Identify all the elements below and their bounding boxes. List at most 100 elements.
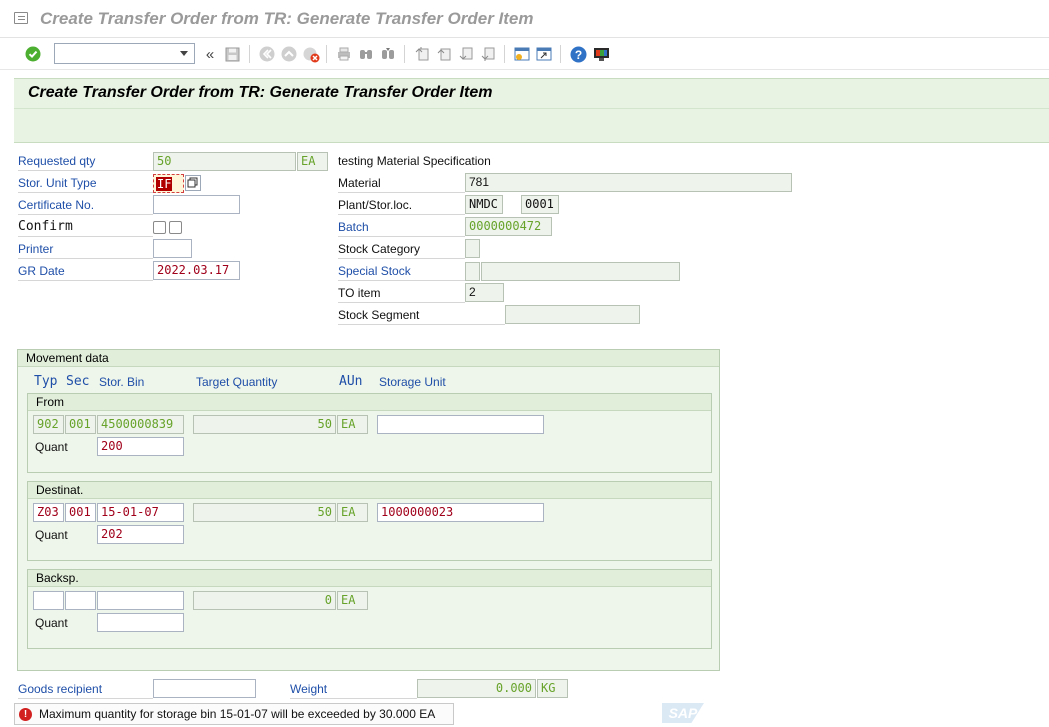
- requested-qty-unit: EA: [297, 152, 328, 171]
- from-quant-field[interactable]: 200: [97, 437, 184, 456]
- svg-text:?: ?: [574, 48, 581, 62]
- gr-date-label: GR Date: [18, 261, 153, 281]
- from-storage-unit-field[interactable]: [377, 415, 544, 434]
- toolbar-separator: [560, 45, 561, 63]
- to-item-label: TO item: [338, 283, 465, 303]
- error-icon: !: [19, 708, 32, 721]
- weight-field: 0.000: [417, 679, 536, 698]
- material-description: testing Material Specification: [338, 154, 491, 168]
- menu-window-icon[interactable]: [14, 12, 28, 24]
- weight-label: Weight: [290, 679, 417, 699]
- goods-recipient-label: Goods recipient: [18, 679, 153, 699]
- back-typ-field[interactable]: [33, 591, 64, 610]
- stock-category-label: Stock Category: [338, 239, 465, 259]
- shortcut-icon[interactable]: [535, 45, 553, 63]
- command-field[interactable]: [54, 43, 195, 64]
- prev-page-icon[interactable]: [435, 45, 453, 63]
- back-bin-field[interactable]: [97, 591, 184, 610]
- toolbar-separator: [504, 45, 505, 63]
- col-typ: Typ: [34, 374, 58, 389]
- back-quant-label: Quant: [35, 616, 68, 630]
- next-page-icon[interactable]: [457, 45, 475, 63]
- from-typ-field: 902: [33, 415, 64, 434]
- new-session-icon[interactable]: [513, 45, 531, 63]
- back-unit-field: EA: [337, 591, 368, 610]
- window-title: Create Transfer Order from TR: Generate …: [40, 9, 534, 28]
- chevron-down-icon[interactable]: [180, 51, 188, 56]
- screen-heading: Create Transfer Order from TR: Generate …: [28, 84, 493, 101]
- stock-segment-field: [505, 305, 640, 324]
- from-unit-field: EA: [337, 415, 368, 434]
- material-field: 781: [465, 173, 792, 192]
- confirm-checkbox[interactable]: [153, 221, 166, 234]
- from-bin-field: 4500000839: [97, 415, 184, 434]
- confirm-label: Confirm: [18, 217, 153, 237]
- from-title: From: [28, 394, 711, 411]
- from-target-qty-field: 50: [193, 415, 336, 434]
- destination-title: Destinat.: [28, 482, 711, 499]
- status-message: Maximum quantity for storage bin 15-01-0…: [39, 707, 436, 721]
- confirm-checkbox-2[interactable]: [169, 221, 182, 234]
- special-stock-field: [465, 262, 480, 281]
- exit-icon[interactable]: [280, 45, 298, 63]
- batch-label: Batch: [338, 217, 465, 237]
- material-label: Material: [338, 173, 465, 193]
- last-page-icon[interactable]: [479, 45, 497, 63]
- dest-bin-field[interactable]: 15-01-07: [97, 503, 184, 522]
- printer-field[interactable]: [153, 239, 192, 258]
- toolbar-separator: [326, 45, 327, 63]
- stock-category-field: [465, 239, 480, 258]
- plant-storloc-label: Plant/Stor.loc.: [338, 195, 465, 215]
- stor-unit-type-field[interactable]: IF: [153, 174, 184, 193]
- back-sec-field[interactable]: [65, 591, 96, 610]
- col-sec: Sec: [66, 374, 90, 389]
- storage-location-field: 0001: [521, 195, 559, 214]
- help-icon[interactable]: ?: [569, 45, 587, 63]
- print-icon[interactable]: [335, 45, 353, 63]
- value-help-icon[interactable]: [185, 175, 201, 191]
- col-stor-bin: Stor. Bin: [99, 375, 145, 389]
- dest-typ-field[interactable]: Z03: [33, 503, 64, 522]
- batch-field: 0000000472: [465, 217, 552, 236]
- back-target-qty-field: 0: [193, 591, 336, 610]
- dest-unit-field: EA: [337, 503, 368, 522]
- requested-qty-field: 50: [153, 152, 296, 171]
- save-icon[interactable]: [223, 45, 241, 63]
- dest-storage-unit-field[interactable]: 1000000023: [377, 503, 544, 522]
- dest-target-qty-field: 50: [193, 503, 336, 522]
- special-stock-label: Special Stock: [338, 261, 465, 281]
- system-toolbar: « ?: [0, 38, 1049, 70]
- col-storage-unit: Storage Unit: [379, 375, 446, 389]
- toolbar-separator: [404, 45, 405, 63]
- stor-unit-type-value: IF: [156, 177, 173, 191]
- stock-segment-label: Stock Segment: [338, 305, 505, 325]
- movement-data-title: Movement data: [18, 350, 719, 367]
- goods-recipient-field[interactable]: [153, 679, 256, 698]
- gr-date-field[interactable]: 2022.03.17: [153, 261, 240, 280]
- from-sec-field: 001: [65, 415, 96, 434]
- first-page-icon[interactable]: [413, 45, 431, 63]
- printer-label: Printer: [18, 239, 153, 259]
- status-bar[interactable]: ! Maximum quantity for storage bin 15-01…: [14, 703, 454, 725]
- plant-field: NMDC: [465, 195, 503, 214]
- find-icon[interactable]: [357, 45, 375, 63]
- to-item-field: 2: [465, 283, 504, 302]
- toolbar-separator: [249, 45, 250, 63]
- back-arrows-icon[interactable]: «: [201, 45, 219, 63]
- check-icon[interactable]: [24, 45, 42, 63]
- dest-quant-label: Quant: [35, 528, 68, 542]
- title-bar: Create Transfer Order from TR: Generate …: [0, 0, 1049, 38]
- backspace-title: Backsp.: [28, 570, 711, 587]
- stor-unit-type-label: Stor. Unit Type: [18, 173, 153, 193]
- find-next-icon[interactable]: [379, 45, 397, 63]
- back-quant-field[interactable]: [97, 613, 184, 632]
- sap-logo: SAP: [662, 703, 704, 723]
- back-icon[interactable]: [258, 45, 276, 63]
- special-stock-desc-field: [481, 262, 680, 281]
- dest-quant-field[interactable]: 202: [97, 525, 184, 544]
- certificate-no-field[interactable]: [153, 195, 240, 214]
- dest-sec-field[interactable]: 001: [65, 503, 96, 522]
- screen-header: Create Transfer Order from TR: Generate …: [14, 78, 1049, 143]
- customize-layout-icon[interactable]: [592, 45, 610, 63]
- cancel-icon[interactable]: [302, 45, 320, 63]
